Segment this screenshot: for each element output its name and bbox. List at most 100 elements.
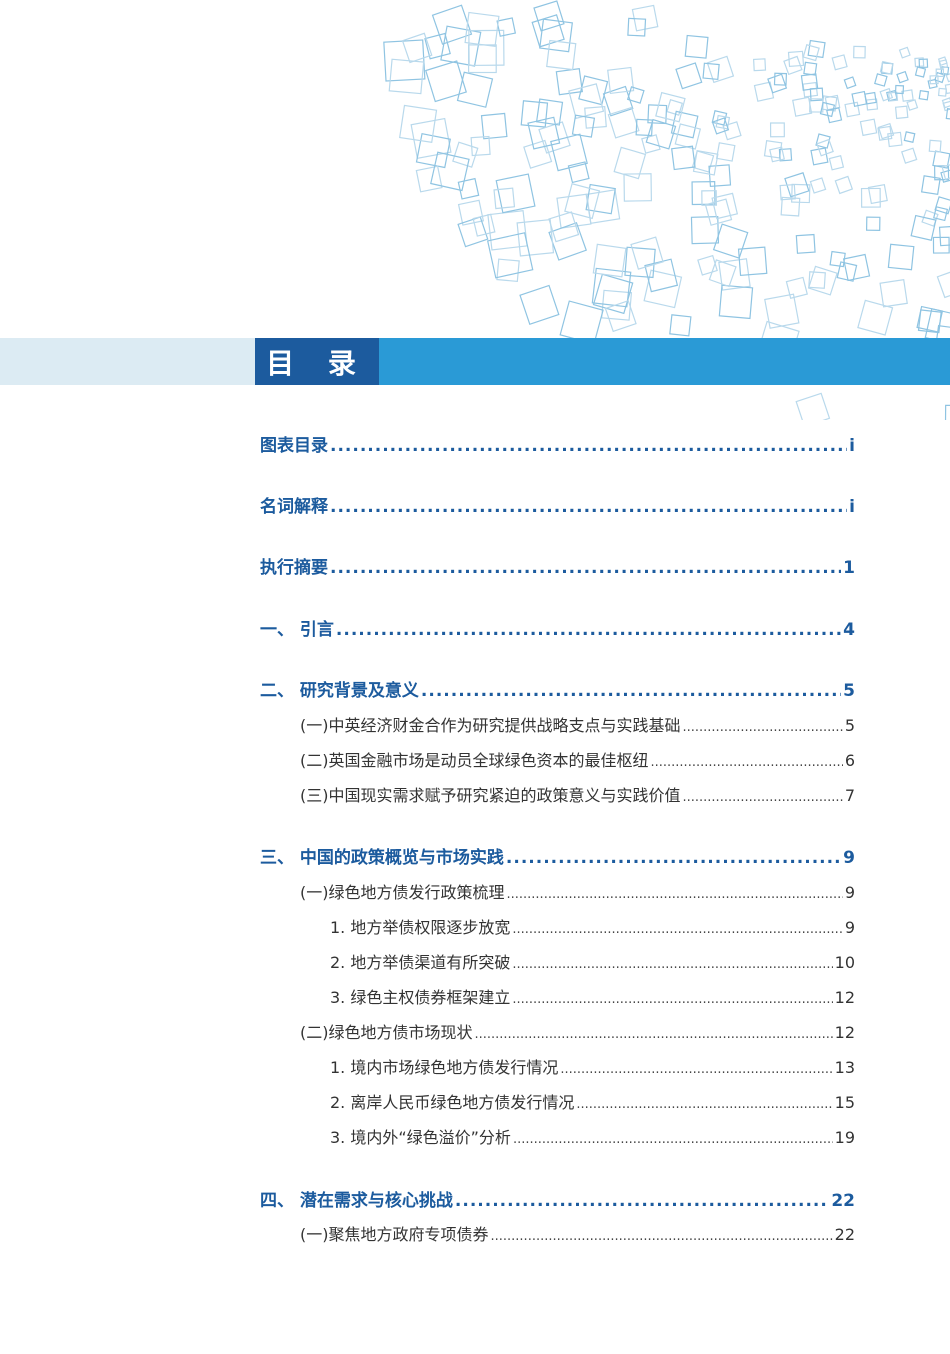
toc-entry-page: 22 — [831, 1191, 855, 1211]
decorative-square — [670, 110, 699, 139]
decorative-square — [388, 58, 425, 95]
decorative-square — [810, 147, 829, 166]
decorative-square — [712, 223, 749, 259]
toc-entry[interactable]: (二)绿色地方债市场现状 12 — [300, 1019, 855, 1045]
decorative-square — [591, 267, 632, 308]
decorative-square — [836, 261, 858, 282]
toc-entry[interactable]: 四、 潜在需求与核心挑战 22 — [260, 1186, 855, 1212]
toc-entry[interactable]: (三)中国现实需求赋予研究紧迫的政策意义与实践价值 7 — [300, 782, 855, 808]
decorative-square — [932, 236, 950, 254]
toc-entry-page: 10 — [834, 953, 855, 972]
decorative-square — [711, 110, 728, 126]
decorative-square — [944, 83, 950, 95]
decorative-square — [767, 73, 788, 94]
decorative-square — [635, 118, 653, 137]
decorative-square — [785, 276, 808, 300]
toc-entry-page: 12 — [834, 1023, 855, 1042]
toc-entry-label: (一)绿色地方债发行政策梳理 — [300, 883, 505, 902]
toc-entry[interactable]: 1. 境内市场绿色地方债发行情况 13 — [330, 1054, 855, 1080]
decorative-square — [933, 165, 950, 181]
toc-entry[interactable]: 3. 境内外“绿色溢价”分析 19 — [330, 1124, 855, 1150]
toc-entry-label: 1. 地方举债权限逐步放宽 — [330, 918, 511, 937]
decorative-square — [887, 243, 915, 271]
toc-entry[interactable]: (一)聚焦地方政府专项债券 22 — [300, 1221, 855, 1247]
decorative-square — [533, 0, 565, 32]
decorative-square — [901, 147, 918, 164]
toc-entry[interactable]: (一)中英经济财金合作为研究提供战略支点与实践基础 5 — [300, 712, 855, 738]
decorative-square — [702, 62, 720, 80]
decorative-square — [843, 76, 857, 90]
decorative-square — [470, 135, 491, 157]
decorative-square — [916, 305, 944, 333]
decorative-square — [556, 193, 592, 229]
toc-entry-label: 1. 境内市场绿色地方债发行情况 — [330, 1058, 559, 1077]
decorative-square — [548, 222, 587, 261]
toc-entry[interactable]: (一)绿色地方债发行政策梳理 9 — [300, 879, 855, 905]
toc-leader-dots — [491, 1229, 833, 1244]
decorative-square — [936, 268, 950, 299]
decorative-square — [383, 39, 426, 82]
decorative-square — [809, 177, 827, 194]
toc-leader-dots — [512, 992, 832, 1007]
decorative-square — [920, 175, 941, 196]
decorative-square — [879, 87, 894, 102]
decorative-square — [697, 254, 718, 276]
decorative-square — [538, 121, 571, 154]
decorative-square — [626, 86, 645, 104]
decorative-square — [753, 81, 775, 102]
toc-entry[interactable]: 三、 中国的政策概览与市场实践 9 — [260, 843, 855, 869]
decorative-square — [940, 66, 950, 75]
decorative-square — [613, 146, 647, 180]
decorative-square — [944, 404, 950, 420]
toc-entry[interactable]: 名词解释 i — [260, 492, 855, 518]
toc-entry[interactable]: 2. 地方举债渠道有所突破 10 — [330, 949, 855, 975]
toc-entry-page: 9 — [844, 883, 855, 902]
decorative-square — [859, 118, 878, 137]
decorative-square — [860, 187, 881, 208]
decorative-square — [519, 284, 560, 326]
decorative-square — [807, 265, 838, 296]
toc-entry-label: 三、 中国的政策概览与市场实践 — [260, 848, 504, 868]
decorative-square — [769, 122, 785, 138]
decorative-square — [684, 34, 709, 59]
decorative-square — [933, 206, 949, 222]
toc-leader-dots — [475, 1027, 833, 1042]
decorative-square — [857, 299, 894, 336]
decorative-square — [780, 196, 801, 217]
toc-entry[interactable]: 1. 地方举债权限逐步放宽 9 — [330, 914, 855, 940]
toc-entry-label: (三)中国现实需求赋予研究紧迫的政策意义与实践价值 — [300, 786, 681, 805]
decorative-square — [769, 146, 785, 163]
toc-entry-page: 5 — [843, 681, 855, 701]
toc-entry-page: 5 — [844, 716, 855, 735]
decorative-square — [918, 89, 930, 101]
decorative-square — [592, 243, 627, 278]
decorative-square — [809, 87, 824, 102]
toc-leader-dots — [330, 558, 841, 578]
toc-entry[interactable]: 二、 研究背景及意义 5 — [260, 676, 855, 702]
toc-entry[interactable]: 2. 离岸人民币绿色地方债发行情况 15 — [330, 1089, 855, 1115]
decorative-square — [643, 269, 683, 309]
decorative-square — [896, 70, 909, 84]
toc-entry-label: 四、 潜在需求与核心挑战 — [260, 1191, 453, 1211]
decorative-square — [711, 117, 730, 135]
toc-leader-dots — [560, 1062, 832, 1077]
toc-entry[interactable]: 一、 引言 4 — [260, 615, 855, 641]
decorative-square — [791, 183, 811, 204]
decorative-square — [831, 54, 848, 71]
decorative-square — [887, 131, 903, 148]
toc-leader-dots — [513, 1132, 833, 1147]
decorative-square — [440, 25, 482, 67]
toc-entry[interactable]: 图表目录 i — [260, 431, 855, 457]
decorative-square — [468, 44, 497, 74]
decorative-square — [844, 101, 861, 118]
decorative-square — [787, 50, 805, 68]
toc-entry[interactable]: 3. 绿色主权债券框架建立 12 — [330, 984, 855, 1010]
toc-entry[interactable]: 执行摘要 1 — [260, 553, 855, 579]
decorative-square — [932, 150, 950, 169]
decorative-square — [914, 66, 927, 78]
toc-entry[interactable]: (二)英国金融市场是动员全球绿色资本的最佳枢纽 6 — [300, 747, 855, 773]
decorative-square — [795, 392, 831, 420]
decorative-square — [879, 60, 894, 75]
decorative-square — [802, 43, 820, 62]
decorative-square — [929, 75, 939, 85]
